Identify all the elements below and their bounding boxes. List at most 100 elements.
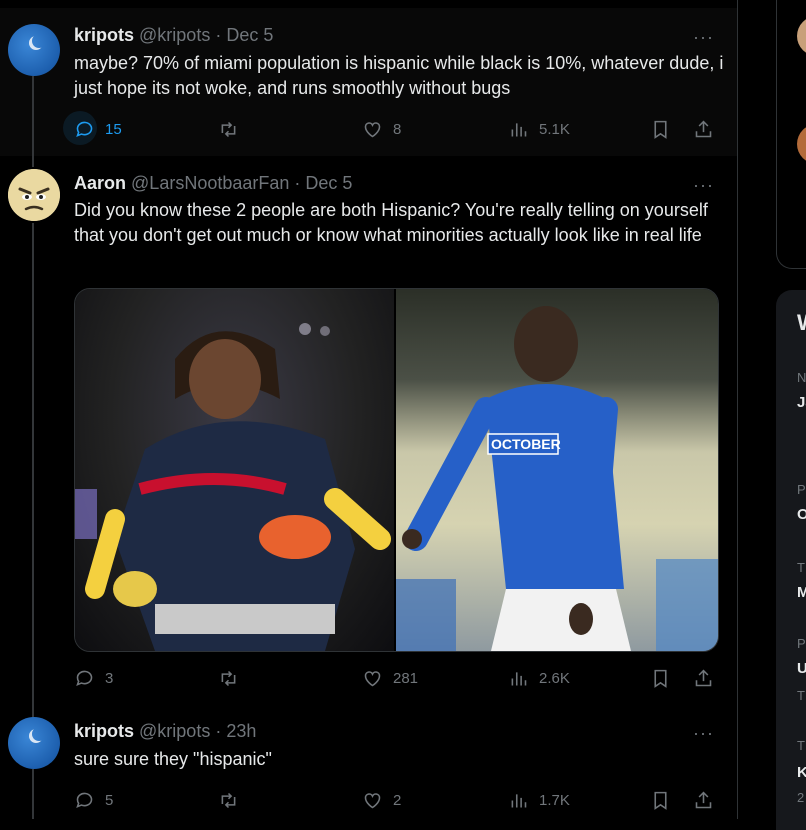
views-icon bbox=[511, 793, 527, 807]
trend-count: T bbox=[797, 688, 805, 703]
display-name[interactable]: kripots bbox=[74, 721, 134, 741]
more-icon[interactable]: ··· bbox=[693, 176, 714, 194]
baseball-player-photo: OCTOBER bbox=[396, 306, 718, 651]
trend-item[interactable]: K bbox=[797, 764, 806, 781]
bookmark-icon bbox=[654, 669, 667, 688]
bookmark-button[interactable] bbox=[650, 666, 671, 690]
reply-count: 15 bbox=[105, 120, 122, 138]
tweet-header: kripots @kripots · 23h bbox=[74, 720, 256, 742]
thread-line bbox=[32, 223, 34, 702]
timestamp[interactable]: Dec 5 bbox=[305, 173, 352, 193]
retweet-button[interactable] bbox=[218, 117, 239, 141]
reply-button[interactable]: 15 bbox=[63, 111, 122, 145]
views-button[interactable]: 2.6K bbox=[508, 666, 570, 690]
handle[interactable]: @kripots bbox=[139, 25, 210, 45]
bookmark-button[interactable] bbox=[650, 788, 671, 812]
timeline: kripots @kripots · Dec 5 ··· maybe? 70% … bbox=[0, 0, 737, 819]
tweet-header: kripots @kripots · Dec 5 bbox=[74, 24, 273, 46]
retweet-icon bbox=[221, 121, 236, 137]
reply-button[interactable]: 3 bbox=[74, 666, 113, 690]
retweet-icon bbox=[221, 670, 236, 686]
reply-button[interactable]: 5 bbox=[74, 788, 113, 812]
tweet[interactable]: Aaron @LarsNootbaarFan · Dec 5 ··· Did y… bbox=[0, 155, 737, 702]
tweet-header: Aaron @LarsNootbaarFan · Dec 5 bbox=[74, 172, 352, 194]
handle[interactable]: @LarsNootbaarFan bbox=[131, 173, 289, 193]
views-button[interactable]: 5.1K bbox=[508, 117, 570, 141]
like-count: 8 bbox=[393, 120, 402, 138]
like-button[interactable]: 281 bbox=[362, 666, 418, 690]
separator: · bbox=[215, 25, 222, 45]
trend-item[interactable]: Ja bbox=[797, 394, 806, 411]
trend-item[interactable]: O bbox=[797, 506, 806, 523]
views-icon bbox=[511, 671, 527, 685]
bookmark-icon bbox=[654, 120, 667, 139]
action-bar: 3 281 2.6K bbox=[74, 666, 724, 690]
trends-heading: W bbox=[797, 310, 806, 336]
bookmark-icon bbox=[654, 791, 667, 810]
reply-icon bbox=[76, 121, 93, 137]
like-count: 2 bbox=[393, 791, 402, 809]
avatar[interactable] bbox=[8, 717, 60, 769]
thread-line bbox=[32, 76, 34, 156]
like-button[interactable]: 8 bbox=[362, 117, 401, 141]
view-count: 1.7K bbox=[539, 791, 570, 809]
tweet-text: maybe? 70% of miami population is hispan… bbox=[74, 53, 724, 98]
views-button[interactable]: 1.7K bbox=[508, 788, 570, 812]
sidebar-card-suggestions bbox=[776, 0, 806, 269]
trend-count: 2 bbox=[797, 790, 805, 805]
view-count: 2.6K bbox=[539, 669, 570, 687]
trend-category: T bbox=[797, 560, 805, 575]
trend-category: P bbox=[797, 482, 806, 497]
share-icon bbox=[695, 120, 712, 137]
views-icon bbox=[511, 122, 527, 136]
sidebar-card-trends: W N Ja P O T M P U T T K 2 bbox=[776, 290, 806, 830]
handle[interactable]: @kripots bbox=[139, 721, 210, 741]
more-icon[interactable]: ··· bbox=[693, 28, 714, 46]
trend-category: P bbox=[797, 636, 806, 651]
thread-line bbox=[32, 155, 34, 167]
like-button[interactable]: 2 bbox=[362, 788, 401, 812]
column-divider bbox=[737, 0, 738, 819]
angry-face-icon bbox=[8, 169, 60, 221]
share-button[interactable] bbox=[693, 666, 714, 690]
tweet[interactable]: kripots @kripots · 23h ··· sure sure the… bbox=[0, 702, 737, 819]
like-icon bbox=[364, 670, 381, 686]
reply-count: 3 bbox=[105, 669, 114, 687]
avatar[interactable] bbox=[8, 169, 60, 221]
trend-item[interactable]: M bbox=[797, 584, 806, 601]
reply-icon bbox=[76, 792, 93, 808]
tweet[interactable]: kripots @kripots · Dec 5 ··· maybe? 70% … bbox=[0, 8, 737, 156]
reply-count: 5 bbox=[105, 791, 114, 809]
separator: · bbox=[294, 173, 301, 193]
retweet-icon bbox=[221, 792, 236, 808]
action-bar: 15 8 5.1K bbox=[63, 111, 724, 145]
svg-text:OCTOBER: OCTOBER bbox=[491, 436, 561, 452]
avatar[interactable] bbox=[797, 124, 806, 164]
media-photo-right[interactable]: OCTOBER bbox=[396, 289, 718, 651]
retweet-button[interactable] bbox=[218, 666, 239, 690]
trend-category: N bbox=[797, 370, 806, 385]
more-icon[interactable]: ··· bbox=[693, 724, 714, 742]
display-name[interactable]: Aaron bbox=[74, 173, 126, 193]
avatar[interactable] bbox=[797, 16, 806, 56]
baseball-player-photo bbox=[75, 323, 391, 651]
reply-icon bbox=[76, 670, 93, 686]
like-count: 281 bbox=[393, 669, 419, 687]
timestamp[interactable]: 23h bbox=[226, 721, 256, 741]
thread-line bbox=[32, 769, 34, 819]
thread-line bbox=[32, 702, 34, 718]
share-icon bbox=[695, 791, 712, 808]
trend-item[interactable]: U bbox=[797, 660, 806, 677]
trend-category: T bbox=[797, 738, 805, 753]
media-photo-left[interactable] bbox=[75, 289, 394, 651]
avatar[interactable] bbox=[8, 24, 60, 76]
share-button[interactable] bbox=[693, 788, 714, 812]
share-button[interactable] bbox=[693, 117, 714, 141]
timestamp[interactable]: Dec 5 bbox=[226, 25, 273, 45]
view-count: 5.1K bbox=[539, 120, 570, 138]
tweet-media[interactable]: OCTOBER bbox=[74, 288, 719, 652]
bookmark-button[interactable] bbox=[650, 117, 671, 141]
display-name[interactable]: kripots bbox=[74, 25, 134, 45]
separator: · bbox=[215, 721, 222, 741]
retweet-button[interactable] bbox=[218, 788, 239, 812]
